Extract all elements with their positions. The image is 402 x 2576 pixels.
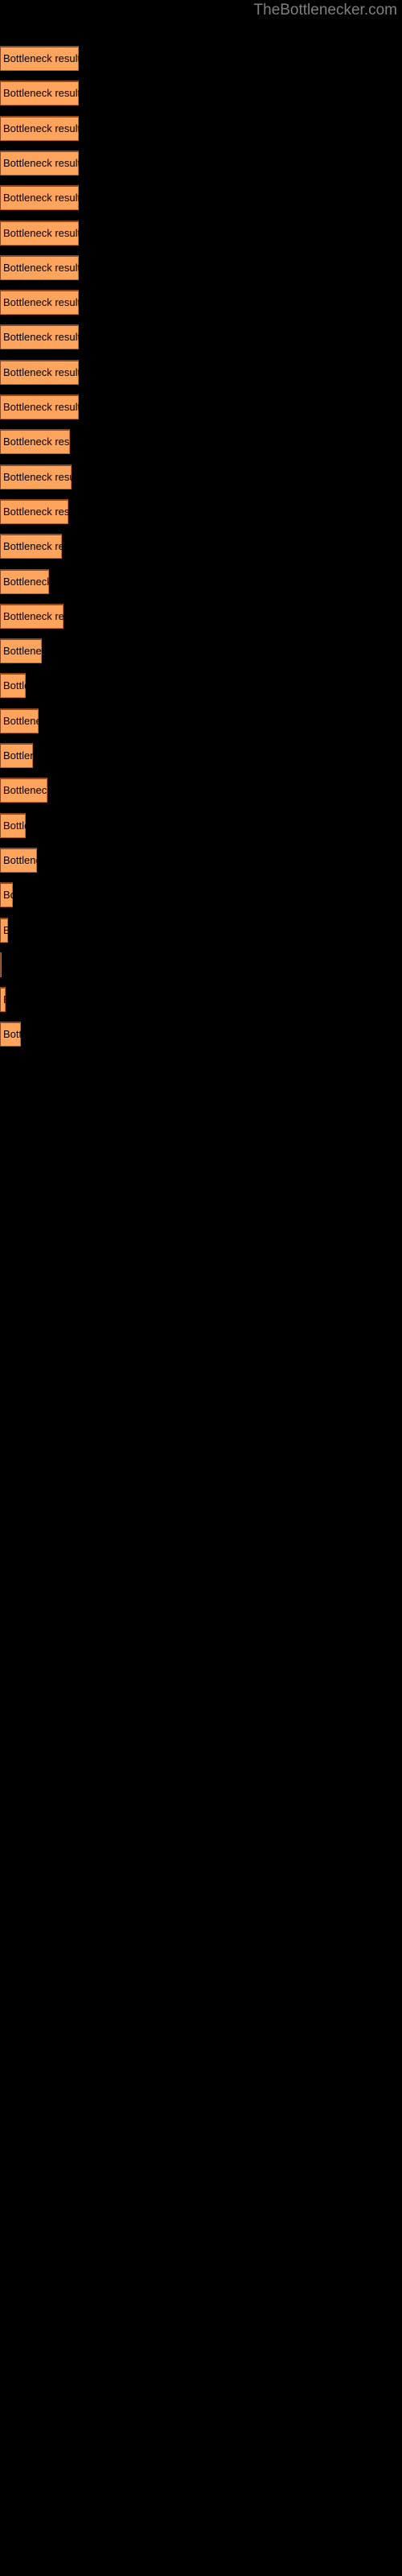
bar[interactable]: [0, 150, 79, 175]
bar-row: Bottleneck result: [0, 1022, 21, 1047]
bar[interactable]: [0, 847, 37, 873]
bar[interactable]: [0, 673, 26, 699]
bar-row: Bottleneck result: [0, 498, 68, 524]
bar-clip: Bottleneck result: [0, 220, 79, 246]
bar[interactable]: [0, 80, 79, 106]
bar-clip: Bottleneck result: [0, 80, 79, 106]
bar-clip: Bottleneck result: [0, 46, 79, 71]
bar-clip: Bottleneck result: [0, 290, 79, 316]
bar-clip: Bottleneck result: [0, 429, 70, 455]
bar-row: Bottleneck result: [0, 254, 79, 280]
bar-row: Bottleneck result: [0, 464, 72, 489]
bar-row: Bottleneck result: [0, 882, 13, 908]
bar[interactable]: [0, 498, 68, 524]
bar[interactable]: [0, 638, 42, 664]
bar-clip: Bottleneck result: [0, 185, 79, 211]
bottleneck-bar-chart: TheBottlenecker.com Bottleneck result Bot…: [0, 0, 402, 2576]
bar[interactable]: [0, 429, 70, 455]
bar-clip: Bottleneck result: [0, 1022, 21, 1047]
bar-clip: Bottleneck result: [0, 708, 39, 733]
bar-row: Bottleneck result: [0, 603, 64, 629]
bar-row: Bottleneck result: [0, 673, 26, 699]
bar[interactable]: [0, 359, 79, 385]
bar[interactable]: [0, 534, 62, 559]
bar-row: Bottleneck result: [0, 743, 33, 768]
bar-clip: Bottleneck result: [0, 534, 62, 559]
bar-row: Bottleneck result: [0, 185, 79, 211]
bar[interactable]: [0, 185, 79, 211]
bar-row: Bottleneck result: [0, 778, 47, 803]
bar-clip: Bottleneck result: [0, 324, 79, 350]
bar-row: Bottleneck result: [0, 429, 70, 455]
bar[interactable]: [0, 917, 8, 943]
bar-row: Bottleneck result: [0, 46, 79, 71]
bar-clip: Bottleneck result: [0, 673, 26, 699]
bar-clip: Bottleneck result: [0, 952, 2, 977]
bar-row: Bottleneck result: [0, 812, 26, 838]
bar-row: Bottleneck result: [0, 917, 8, 943]
bar-row: Bottleneck result: [0, 80, 79, 106]
bar-row: Bottleneck result: [0, 568, 49, 594]
bar-row: Bottleneck result: [0, 952, 2, 977]
bar[interactable]: [0, 743, 33, 768]
bar[interactable]: [0, 568, 49, 594]
bar[interactable]: [0, 952, 2, 977]
bar-clip: Bottleneck result: [0, 743, 33, 768]
bar[interactable]: [0, 464, 72, 489]
bar-clip: Bottleneck result: [0, 464, 72, 489]
bar-row: Bottleneck result: [0, 987, 6, 1013]
bar-clip: Bottleneck result: [0, 394, 79, 419]
bar-clip: Bottleneck result: [0, 638, 42, 664]
bar[interactable]: [0, 46, 79, 71]
bar-row: Bottleneck result: [0, 290, 79, 316]
bar-clip: Bottleneck result: [0, 847, 37, 873]
bar[interactable]: [0, 987, 6, 1013]
bar-row: Bottleneck result: [0, 359, 79, 385]
bar-row: Bottleneck result: [0, 638, 42, 664]
bar[interactable]: [0, 1022, 21, 1047]
bar-clip: Bottleneck result: [0, 917, 8, 943]
bar-row: Bottleneck result: [0, 220, 79, 246]
bar-clip: Bottleneck result: [0, 812, 26, 838]
bar[interactable]: [0, 778, 47, 803]
bar[interactable]: [0, 290, 79, 316]
bar-row: Bottleneck result: [0, 150, 79, 175]
bar-clip: Bottleneck result: [0, 359, 79, 385]
bars-layer: Bottleneck result Bottleneck result Bottle…: [0, 0, 402, 2576]
bar-clip: Bottleneck result: [0, 987, 6, 1013]
bar[interactable]: [0, 882, 13, 908]
bar[interactable]: [0, 394, 79, 419]
bar-clip: Bottleneck result: [0, 568, 49, 594]
bar-row: Bottleneck result: [0, 847, 37, 873]
bar[interactable]: [0, 324, 79, 350]
bar-clip: Bottleneck result: [0, 254, 79, 280]
bar-clip: Bottleneck result: [0, 115, 79, 141]
bar-clip: Bottleneck result: [0, 498, 68, 524]
bar[interactable]: [0, 603, 64, 629]
bar-clip: Bottleneck result: [0, 603, 64, 629]
bar-clip: Bottleneck result: [0, 150, 79, 175]
bar[interactable]: [0, 254, 79, 280]
bar-row: Bottleneck result: [0, 534, 62, 559]
bar-clip: Bottleneck result: [0, 778, 47, 803]
bar[interactable]: [0, 812, 26, 838]
bar[interactable]: [0, 220, 79, 246]
bar-row: Bottleneck result: [0, 115, 79, 141]
bar[interactable]: [0, 708, 39, 733]
bar-row: Bottleneck result: [0, 324, 79, 350]
bar-clip: Bottleneck result: [0, 882, 13, 908]
bar[interactable]: [0, 115, 79, 141]
bar-row: Bottleneck result: [0, 708, 39, 733]
bar-row: Bottleneck result: [0, 394, 79, 419]
